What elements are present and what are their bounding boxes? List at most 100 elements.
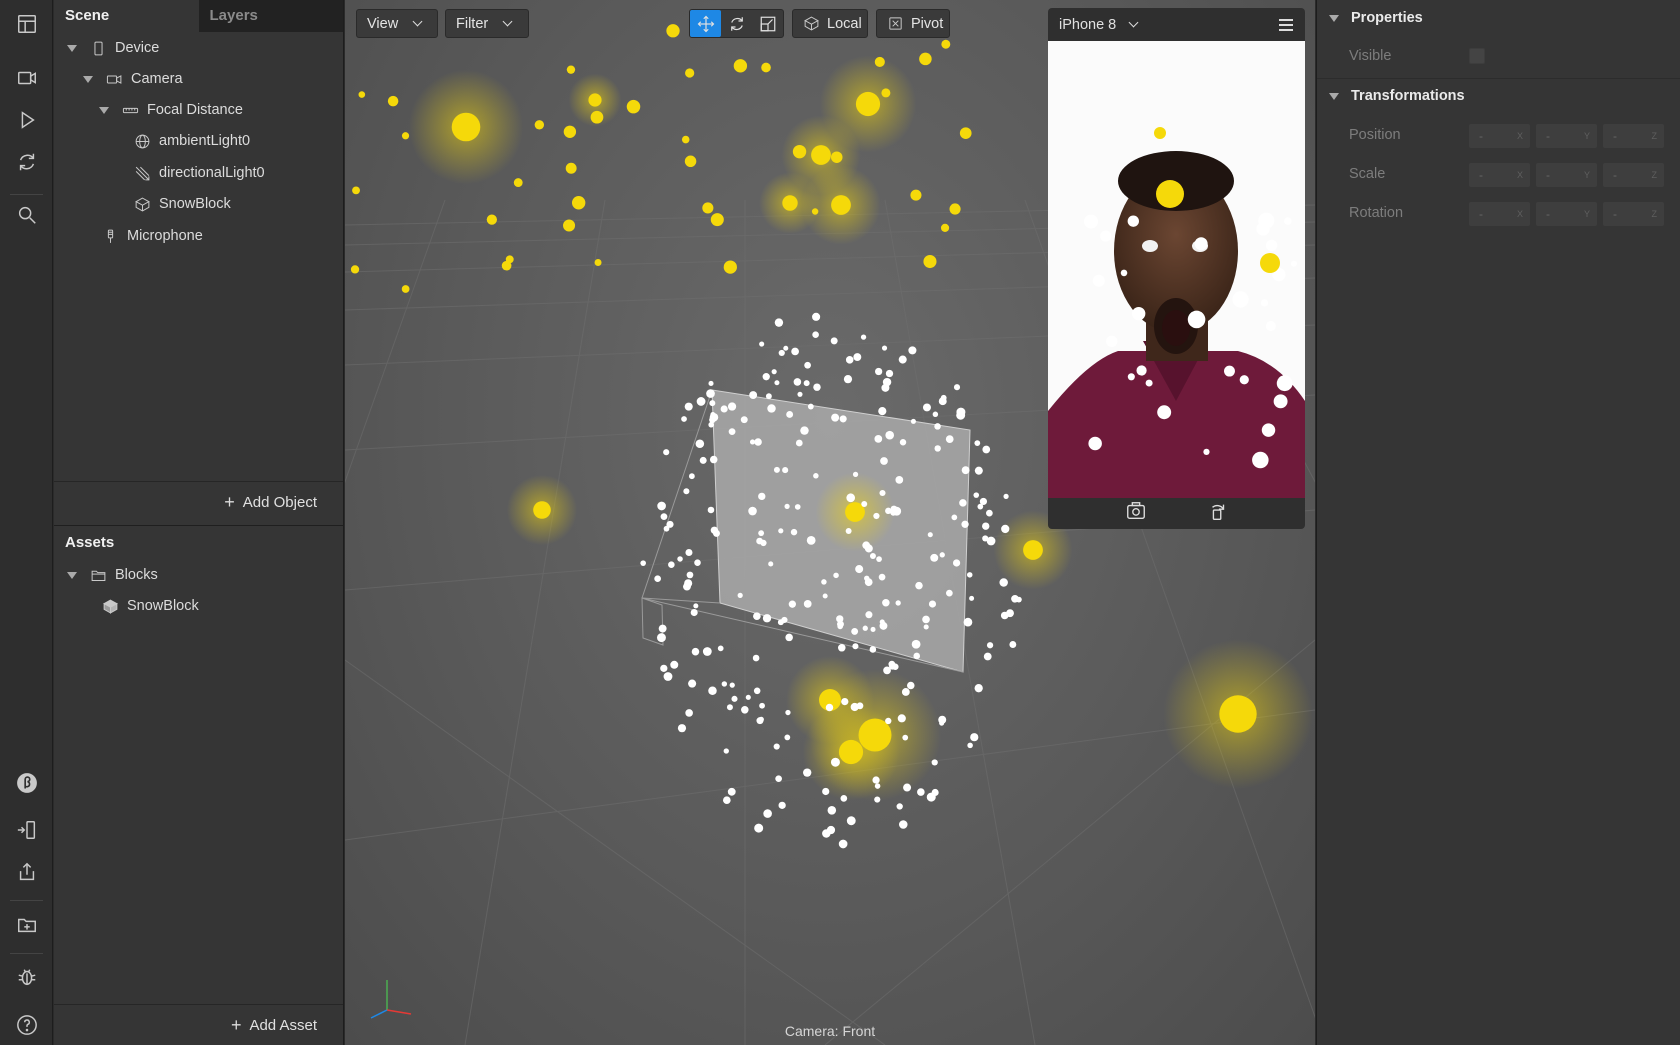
device-mirror-icon[interactable] (12, 815, 42, 845)
snow-particle (702, 647, 712, 656)
snow-particle (872, 776, 880, 784)
rotate-tool-icon[interactable] (721, 10, 752, 37)
tree-item-device[interactable]: Device (67, 34, 159, 62)
help-icon[interactable] (12, 1010, 42, 1040)
light-particle (590, 110, 604, 124)
add-asset-button[interactable]: + Add Asset (54, 1004, 343, 1045)
scale-x-field[interactable]: -X (1469, 163, 1530, 187)
light-particle (566, 65, 576, 74)
play-icon[interactable] (12, 105, 42, 135)
menu-icon[interactable] (1279, 19, 1293, 34)
position-y-field[interactable]: -Y (1536, 124, 1597, 148)
share-icon[interactable] (12, 857, 42, 887)
light-particle (949, 203, 961, 215)
rotation-y-field[interactable]: -Y (1536, 202, 1597, 226)
expand-arrow-icon[interactable] (99, 106, 109, 114)
snow-particle (1239, 375, 1249, 385)
scale-tool-icon[interactable] (752, 10, 783, 37)
filter-dropdown[interactable]: Filter (445, 9, 529, 38)
light-particle (387, 95, 399, 107)
position-z-field[interactable]: -Z (1603, 124, 1664, 148)
tree-item-snowblock[interactable]: SnowBlock (133, 190, 231, 218)
folder-icon (89, 566, 107, 584)
local-space-button[interactable]: Local (792, 9, 868, 38)
snow-particle (706, 389, 715, 398)
tree-item-directional-light[interactable]: directionalLight0 (133, 159, 265, 187)
tree-item-microphone[interactable]: Microphone (101, 222, 203, 250)
transformations-section-header[interactable]: Transformations (1329, 88, 1465, 104)
snow-particle (822, 787, 830, 796)
snow-particle (982, 522, 990, 530)
tree-item-label: SnowBlock (127, 598, 199, 614)
expand-arrow-icon[interactable] (67, 571, 77, 579)
add-folder-icon[interactable] (12, 910, 42, 940)
rotate-device-icon[interactable] (1207, 500, 1229, 527)
snow-particle (741, 706, 749, 714)
scale-z-field[interactable]: -Z (1603, 163, 1664, 187)
snow-particle (861, 501, 868, 508)
expand-arrow-icon[interactable] (67, 44, 77, 52)
snow-particle (860, 334, 867, 340)
snow-particle (1127, 373, 1135, 381)
snow-particle (939, 552, 945, 558)
add-object-button[interactable]: + Add Object (54, 481, 343, 523)
light-particle (941, 39, 951, 49)
device-selector[interactable]: iPhone 8 (1048, 8, 1305, 41)
tree-item-label: Microphone (127, 228, 203, 244)
snow-particle (907, 681, 915, 690)
light-particle (666, 24, 680, 38)
rotation-fields: -X -Y -Z (1469, 202, 1664, 226)
expand-arrow-icon[interactable] (1329, 14, 1339, 22)
snow-particle (800, 426, 809, 435)
snow-particle (881, 345, 888, 351)
snow-particle (778, 528, 784, 534)
tree-item-ambient-light[interactable]: ambientLight0 (133, 127, 250, 155)
move-tool-icon[interactable] (690, 10, 721, 37)
snow-particle (926, 792, 936, 802)
position-fields: -X -Y -Z (1469, 124, 1664, 148)
video-icon[interactable] (12, 63, 42, 93)
beta-icon[interactable] (12, 768, 42, 798)
rotation-x-field[interactable]: -X (1469, 202, 1530, 226)
snow-particle (709, 400, 716, 407)
snow-particle (901, 688, 910, 696)
pivot-button[interactable]: Pivot (876, 9, 950, 38)
snow-particle (663, 449, 670, 456)
snow-particle (688, 473, 695, 480)
light-particle (761, 62, 771, 73)
tree-item-snowblock-asset[interactable]: SnowBlock (101, 592, 199, 620)
snow-particle (840, 795, 848, 802)
light-particle (1260, 253, 1280, 273)
snow-particle (726, 704, 733, 711)
layout-icon[interactable] (12, 9, 42, 39)
light-particle (486, 214, 497, 225)
expand-arrow-icon[interactable] (83, 75, 93, 83)
properties-section-header[interactable]: Properties (1329, 10, 1423, 26)
refresh-icon[interactable] (12, 147, 42, 177)
expand-arrow-icon[interactable] (1329, 92, 1339, 100)
tree-item-focal-distance[interactable]: Focal Distance (99, 96, 243, 124)
snow-particle (727, 787, 736, 796)
tab-layers[interactable]: Layers (198, 0, 343, 32)
snow-particle (1284, 217, 1292, 225)
snow-particle (952, 559, 961, 567)
visible-checkbox[interactable] (1469, 48, 1485, 64)
tab-scene[interactable]: Scene (54, 0, 199, 32)
rotation-z-field[interactable]: -Z (1603, 202, 1664, 226)
camera-switch-icon[interactable] (1125, 500, 1147, 527)
search-icon[interactable] (12, 200, 42, 230)
position-x-field[interactable]: -X (1469, 124, 1530, 148)
snow-particle (754, 438, 762, 446)
view-dropdown[interactable]: View (356, 9, 438, 38)
ruler-icon (121, 101, 139, 119)
scale-y-field[interactable]: -Y (1536, 163, 1597, 187)
snow-particle (795, 439, 803, 447)
pivot-icon (887, 15, 904, 33)
tree-item-blocks-folder[interactable]: Blocks (67, 561, 158, 589)
bug-icon[interactable] (12, 962, 42, 992)
chevron-down-icon[interactable] (1128, 17, 1139, 28)
tree-item-camera[interactable]: Camera (83, 65, 183, 93)
light-particle (782, 195, 798, 211)
light-particle (401, 285, 410, 293)
light-particle (594, 259, 602, 266)
